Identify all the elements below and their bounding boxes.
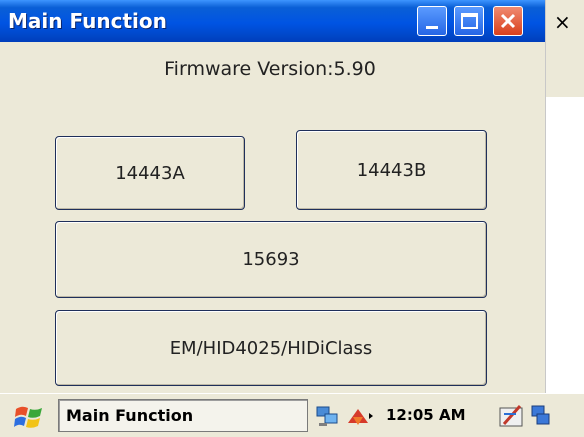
start-button[interactable] (12, 400, 46, 432)
close-button[interactable] (493, 6, 523, 36)
start-icon (14, 406, 42, 428)
taskbar: Main Function 12:05 AM (0, 393, 584, 437)
clock[interactable]: 12:05 AM (386, 406, 466, 424)
minimize-icon (426, 26, 438, 29)
button-15693[interactable]: 15693 (55, 221, 487, 298)
button-em-hid[interactable]: EM/HID4025/HIDiClass (55, 310, 487, 386)
main-window: Main Function Firmware Version:5.90 1444… (0, 0, 545, 393)
background-close-button[interactable]: × (554, 10, 571, 34)
title-bar[interactable]: Main Function (0, 0, 545, 42)
network-icon[interactable] (314, 403, 340, 429)
pen-icon[interactable] (498, 402, 526, 430)
tool-icon[interactable] (344, 403, 374, 429)
background-window: × (545, 0, 584, 393)
taskbar-item-main-function[interactable]: Main Function (58, 399, 308, 432)
firmware-version-label: Firmware Version:5.90 (164, 58, 376, 80)
minimize-button[interactable] (417, 6, 447, 36)
maximize-button[interactable] (454, 6, 484, 36)
close-icon (500, 13, 516, 29)
maximize-icon (461, 13, 478, 29)
taskbar-item-label: Main Function (66, 406, 194, 425)
window-title: Main Function (8, 9, 167, 33)
app-icon[interactable] (530, 403, 552, 429)
button-14443b[interactable]: 14443B (296, 130, 487, 210)
system-tray: 12:05 AM (314, 399, 552, 432)
button-14443a[interactable]: 14443A (55, 136, 245, 210)
